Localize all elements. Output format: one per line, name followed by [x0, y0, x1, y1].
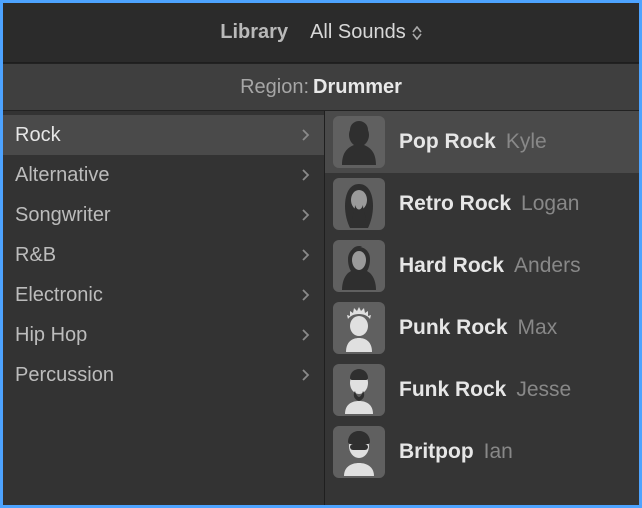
genre-list: Rock Alternative Songwriter R&B Electronic Hi… [3, 111, 325, 505]
updown-chevron-icon [412, 26, 422, 40]
genre-item[interactable]: R&B [3, 235, 324, 275]
avatar [333, 178, 385, 230]
sounds-dropdown[interactable]: All Sounds [310, 21, 422, 44]
genre-label: Percussion [15, 364, 114, 387]
drummer-item[interactable]: Funk Rock Jesse [325, 359, 639, 421]
drummer-list: Pop Rock Kyle Retro Rock Logan Hard Rock Ande… [325, 111, 639, 505]
genre-item[interactable]: Alternative [3, 155, 324, 195]
chevron-right-icon [301, 288, 310, 302]
avatar [333, 364, 385, 416]
library-toolbar: Library All Sounds [3, 3, 639, 63]
genre-label: Hip Hop [15, 324, 87, 347]
library-tab[interactable]: Library [220, 21, 288, 44]
chevron-right-icon [301, 328, 310, 342]
drummer-style: Hard Rock [399, 254, 504, 278]
genre-label: Electronic [15, 284, 103, 307]
drummer-style: Britpop [399, 440, 474, 464]
drummer-name: Jesse [516, 378, 571, 402]
drummer-item[interactable]: Retro Rock Logan [325, 173, 639, 235]
avatar [333, 240, 385, 292]
chevron-right-icon [301, 128, 310, 142]
library-content: Rock Alternative Songwriter R&B Electronic Hi… [3, 111, 639, 505]
drummer-item[interactable]: Punk Rock Max [325, 297, 639, 359]
genre-item[interactable]: Songwriter [3, 195, 324, 235]
drummer-item[interactable]: Hard Rock Anders [325, 235, 639, 297]
chevron-right-icon [301, 368, 310, 382]
region-value: Drummer [313, 76, 402, 99]
chevron-right-icon [301, 248, 310, 262]
drummer-name: Ian [484, 440, 513, 464]
genre-label: Alternative [15, 164, 110, 187]
genre-label: Songwriter [15, 204, 111, 227]
drummer-style: Funk Rock [399, 378, 506, 402]
drummer-style: Retro Rock [399, 192, 511, 216]
drummer-name: Anders [514, 254, 581, 278]
avatar [333, 302, 385, 354]
chevron-right-icon [301, 208, 310, 222]
avatar [333, 426, 385, 478]
drummer-name: Logan [521, 192, 579, 216]
drummer-style: Punk Rock [399, 316, 508, 340]
region-label: Region: [240, 76, 309, 99]
drummer-name: Max [518, 316, 558, 340]
sounds-dropdown-label: All Sounds [310, 21, 406, 44]
genre-label: Rock [15, 124, 61, 147]
avatar [333, 116, 385, 168]
genre-item[interactable]: Electronic [3, 275, 324, 315]
genre-item[interactable]: Hip Hop [3, 315, 324, 355]
drummer-item[interactable]: Pop Rock Kyle [325, 111, 639, 173]
chevron-right-icon [301, 168, 310, 182]
region-bar: Region: Drummer [3, 63, 639, 111]
drummer-name: Kyle [506, 130, 547, 154]
genre-item[interactable]: Percussion [3, 355, 324, 395]
drummer-style: Pop Rock [399, 130, 496, 154]
drummer-item[interactable]: Britpop Ian [325, 421, 639, 483]
genre-item[interactable]: Rock [3, 115, 324, 155]
genre-label: R&B [15, 244, 56, 267]
